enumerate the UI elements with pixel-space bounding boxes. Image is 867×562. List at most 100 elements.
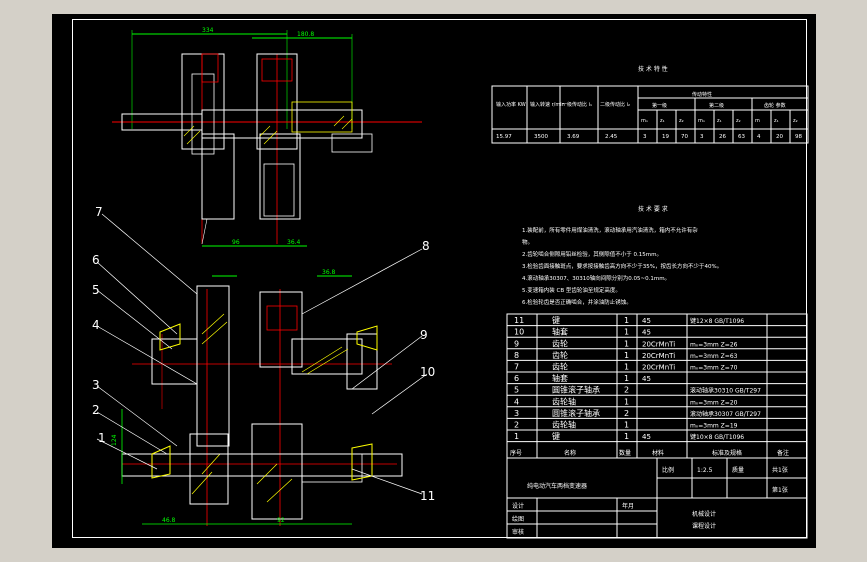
- requirement-line: 6.检验轮齿是否正确啮合，并涂油防止锈蚀。: [522, 298, 632, 306]
- tech-stage-1: 第一级: [652, 102, 667, 109]
- tech-h-power: 输入功率 KW: [496, 101, 526, 108]
- tech-subheader: mₙ: [641, 118, 648, 124]
- bom-row-note: 键12×8 GB/T1096: [690, 317, 744, 325]
- drawing-canvas: 334 180.8 96 36.4 36.8 124 46.8 92 1 2 3…: [92, 27, 809, 539]
- ratio-value: 1:2.5: [697, 467, 713, 474]
- bom-row-name: 齿轮轴: [552, 396, 576, 406]
- tech-h-speed: 输入转速 r/min: [530, 101, 565, 108]
- bom-row-no: 10: [514, 328, 524, 337]
- bom-row-note: mₙ=3mm Z=20: [690, 399, 738, 406]
- course-label: 课程设计: [692, 522, 716, 530]
- tech-value: 3: [700, 134, 704, 140]
- dim-top-mid: 96: [232, 239, 240, 246]
- leader-label-4: 4: [92, 318, 100, 332]
- bom-row-material: 45: [642, 433, 651, 441]
- requirement-line: 1.装配前，所有零件用煤油清洗，滚动轴承用汽油清洗，箱内不允许有杂: [522, 226, 698, 234]
- requirement-line: 5.变速箱内装 CB 型齿轮油至规定高度。: [522, 286, 621, 294]
- tech-subheader: m: [755, 118, 760, 124]
- bom-header-material: 材料: [652, 449, 664, 457]
- bom-header-name: 名称: [564, 449, 576, 457]
- bom-row-qty: 1: [624, 351, 629, 360]
- tech-subheader: z₂: [793, 118, 798, 124]
- tech-stage-2: 第二级: [709, 102, 724, 109]
- bom-row-name: 键: [552, 431, 560, 441]
- dim-bottom-left: 46.8: [162, 517, 176, 524]
- tech-subheader: z₁: [774, 118, 779, 124]
- bom-row-name: 圆锥滚子轴承: [552, 385, 600, 395]
- bom-row-note: 滚动轴承30310 GB/T297: [690, 387, 761, 395]
- design-label: 设计: [512, 502, 524, 510]
- leader-label-10: 10: [420, 365, 435, 379]
- cad-viewport[interactable]: 334 180.8 96 36.4 36.8 124 46.8 92 1 2 3…: [52, 14, 816, 548]
- leader-label-6: 6: [92, 253, 100, 267]
- tech-subheader: z₂: [679, 118, 684, 124]
- tech-value: 15.97: [496, 134, 512, 140]
- bom-row-name: 齿轮: [552, 362, 568, 372]
- drawing-name: 纯电动汽车两档变速器: [527, 482, 587, 490]
- bom-row-name: 齿轮: [552, 338, 568, 348]
- tech-value: 4: [757, 134, 761, 140]
- bom-row-no: 2: [514, 421, 519, 430]
- bom-row-no: 9: [514, 339, 519, 348]
- dim-g8-width: 36.8: [322, 269, 336, 276]
- approve-label: 审核: [512, 528, 524, 536]
- title-block: 纯电动汽车两档变速器 比例 1:2.5 质量 共1张 第1张 设计 绘图 审核 …: [506, 457, 808, 539]
- tech-h-i1: 一级传动比 i₁: [562, 101, 592, 108]
- tech-value: 19: [662, 134, 669, 140]
- dim-top-right: 180.8: [297, 31, 314, 38]
- bom-row-qty: 1: [624, 363, 629, 372]
- tech-value: 3: [643, 134, 647, 140]
- school-label: 机械设计: [692, 510, 716, 518]
- bom-row-note: mₙ=3mm Z=26: [690, 341, 738, 348]
- bom-row-name: 键: [552, 315, 560, 325]
- bom-row-note: mₙ=3mm Z=63: [690, 353, 738, 360]
- tech-params-table: 技 术 特 性 传动特性 输入功率 KW 输入转速 r/min 一级传动比 i₁…: [491, 65, 809, 144]
- bom-row-name: 圆锥滚子轴承: [552, 408, 600, 418]
- tech-value: 70: [681, 134, 688, 140]
- bom-row-qty: 1: [624, 339, 629, 348]
- requirement-line: 2.齿轮啮合侧隙用铅丝检验，其侧隙值不小于 0.15mm。: [522, 250, 662, 258]
- tech-value: 2.45: [605, 134, 618, 140]
- tech-subheader: z₂: [736, 118, 741, 124]
- dim-top-total: 334: [202, 27, 214, 34]
- section-view: 36.8 124 46.8 92 1 2 3 4 5 6 7 8 9 10 11: [92, 205, 435, 526]
- tech-params-title: 技 术 特 性: [638, 65, 668, 73]
- bom-row-qty: 1: [624, 374, 629, 383]
- leader-label-11: 11: [420, 489, 435, 503]
- tech-stage-3: 齿轮 参数: [764, 102, 786, 109]
- bom-row-note: mₙ=3mm Z=70: [690, 365, 738, 372]
- bom-row-material: 20CrMnTi: [642, 364, 675, 372]
- tech-value: 63: [738, 134, 745, 140]
- leader-label-9: 9: [420, 328, 428, 342]
- bom-row-note: mₙ=3mm Z=19: [690, 423, 738, 430]
- tech-value: 3500: [534, 134, 548, 140]
- leader-label-3: 3: [92, 378, 100, 392]
- bom-row-no: 5: [514, 386, 519, 395]
- date-label: 年月: [622, 502, 634, 510]
- tech-value: 20: [776, 134, 783, 140]
- dim-top-mid2: 36.4: [287, 239, 301, 246]
- tech-value: 98: [795, 134, 802, 140]
- bom-row-material: 20CrMnTi: [642, 352, 675, 360]
- bom-row-no: 1: [514, 432, 519, 441]
- requirement-line: 4.滚动轴承30307、30310轴向间隙分别为0.05~0.1mm。: [522, 274, 670, 282]
- ratio-label: 比例: [662, 466, 674, 474]
- bom-row-note: 滚动轴承30307 GB/T297: [690, 410, 761, 418]
- bom-row-no: 8: [514, 351, 519, 360]
- tech-value: 26: [719, 134, 726, 140]
- bom-row-material: 45: [642, 329, 651, 337]
- bom-row-no: 11: [514, 316, 524, 325]
- dim-bottom-mid: 92: [277, 517, 285, 524]
- bom-row-name: 轴套: [552, 327, 568, 337]
- tech-subheader: z₁: [717, 118, 722, 124]
- bom-header-spec: 标准及规格: [712, 449, 742, 457]
- tech-subheader: mₙ: [698, 118, 705, 124]
- leader-label-1: 1: [98, 431, 106, 445]
- bom-header-qty: 数量: [619, 449, 631, 457]
- bom-header-no: 序号: [510, 449, 522, 457]
- top-view: 334 180.8 96 36.4: [112, 27, 422, 247]
- bom-row-no: 3: [514, 409, 519, 418]
- tech-value: 3.69: [567, 134, 580, 140]
- bom-row-material: 45: [642, 317, 651, 325]
- bom-row-qty: 2: [624, 386, 629, 395]
